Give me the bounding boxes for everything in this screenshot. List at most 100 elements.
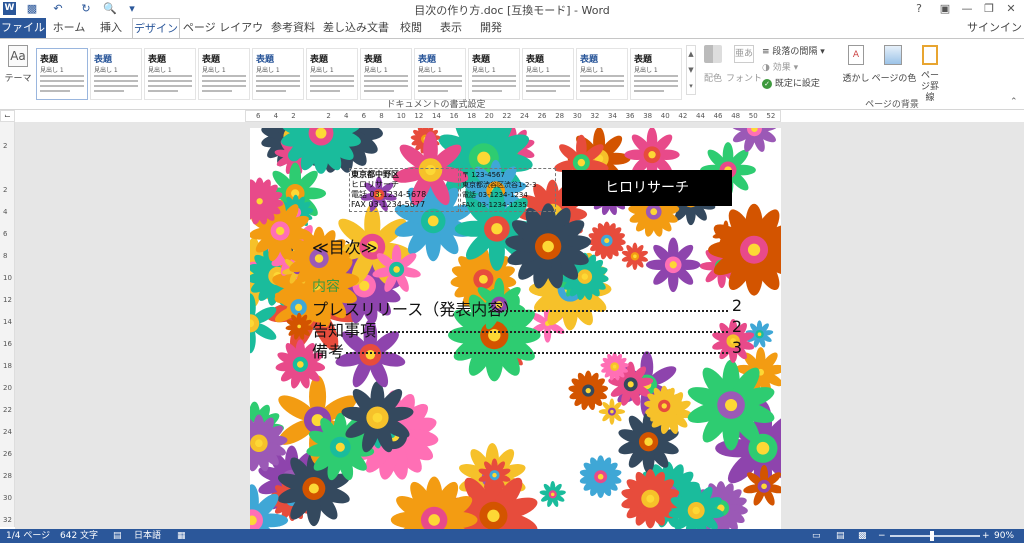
zoom-in-icon[interactable]: + <box>982 529 990 543</box>
word-window: W ▩ ↶ ↻ 🔍 ▾ 目次の作り方.doc [互換モード] - Word ? … <box>0 0 1024 543</box>
style-set-title: 表題 <box>418 55 437 65</box>
ruler-tick-label: 22 <box>502 112 512 120</box>
style-set-text-line <box>256 75 300 77</box>
page-count[interactable]: 1/4 ページ <box>6 529 50 543</box>
ruler-tick-label: 32 <box>590 112 600 120</box>
address-right-line2: 電話 03-1234-1234 <box>462 191 528 199</box>
tab-mailings[interactable]: 差し込み文書 <box>322 18 390 38</box>
style-set-text-line <box>94 90 124 92</box>
flower <box>621 242 648 270</box>
ruler-tick-label: 18 <box>467 112 477 120</box>
watermark-button[interactable]: A 透かし <box>842 43 870 93</box>
style-gallery: 表題 見出し 1 表題 見出し 1 表題 見出し 1 表題 見出し 1 表題 見出し 1 表題 見出し… <box>36 43 686 100</box>
signin-link[interactable]: サインイン <box>967 18 1022 38</box>
macro-icon[interactable]: ▦ <box>177 529 186 543</box>
theme-icon: Aa <box>8 45 28 67</box>
ruler-corner[interactable]: ⌙ <box>0 110 15 122</box>
toc-leader-1 <box>490 310 728 312</box>
help-icon[interactable]: ? <box>908 0 930 18</box>
tab-insert[interactable]: 挿入 <box>92 18 130 38</box>
proofing-icon[interactable]: ▤ <box>113 529 122 543</box>
page-color-button[interactable]: ページの色 <box>872 43 916 93</box>
style-set-11[interactable]: 表題 見出し 1 <box>576 48 628 100</box>
flower <box>539 481 566 507</box>
style-set-7[interactable]: 表題 見出し 1 <box>360 48 412 100</box>
company-name-box[interactable]: ヒロリサーチ <box>562 170 732 206</box>
style-set-10[interactable]: 表題 見出し 1 <box>522 48 574 100</box>
style-set-12[interactable]: 表題 見出し 1 <box>630 48 682 100</box>
toc-entry-2[interactable]: 告知事項 2 <box>312 317 742 340</box>
ruler-tick-label: 22 <box>3 406 12 414</box>
zoom-level[interactable]: 90% <box>994 529 1014 543</box>
fonts-button[interactable]: 亜あ フォント <box>726 43 762 93</box>
page-borders-icon <box>922 45 938 65</box>
tab-home[interactable]: ホーム <box>50 18 88 38</box>
minimize-icon[interactable]: — <box>956 0 978 18</box>
style-set-title: 表題 <box>472 55 491 65</box>
web-layout-icon[interactable]: ▩ <box>858 529 867 543</box>
tab-view[interactable]: 表示 <box>432 18 470 38</box>
zoom-slider[interactable] <box>890 531 980 541</box>
style-set-text-line <box>202 80 246 82</box>
set-default-label: 既定に設定 <box>774 79 820 89</box>
style-set-2[interactable]: 表題 見出し 1 <box>90 48 142 100</box>
title-bar: W ▩ ↶ ↻ 🔍 ▾ 目次の作り方.doc [互換モード] - Word ? … <box>0 0 1024 18</box>
address-left-line1: ヒロリサーチ <box>351 180 399 189</box>
style-set-4[interactable]: 表題 見出し 1 <box>198 48 250 100</box>
style-set-text-line <box>364 75 408 77</box>
collapse-ribbon-icon[interactable]: ⌃ <box>1010 97 1018 107</box>
page-borders-button[interactable]: ページ罫線 <box>918 43 942 103</box>
style-set-subtitle: 見出し 1 <box>418 67 442 74</box>
style-set-text-line <box>40 75 84 77</box>
tab-review[interactable]: 校閲 <box>392 18 430 38</box>
style-set-text-line <box>418 85 462 87</box>
style-set-9[interactable]: 表題見出し 1 <box>468 48 520 100</box>
zoom-thumb[interactable] <box>930 531 934 541</box>
ribbon-display-icon[interactable]: ▣ <box>934 0 956 18</box>
colors-button[interactable]: 配色 <box>700 43 726 93</box>
horizontal-ruler[interactable]: 6 4 2 2 4 6 8 10 12 14 16 18 20 22 24 26 28 30 32 34 36 38 40 4… <box>245 110 781 122</box>
toc-entry-3[interactable]: 備考 3 <box>312 338 742 361</box>
close-icon[interactable]: ✕ <box>1000 0 1022 18</box>
style-set-subtitle: 見出し 1 <box>94 67 118 74</box>
document-page[interactable]: 東京都中野区 ヒロリサーチ 電話 03-1234-5678 FAX 03-123… <box>250 128 781 529</box>
style-set-3[interactable]: 表題 見出し 1 <box>144 48 196 100</box>
tab-developer[interactable]: 開発 <box>472 18 510 38</box>
ruler-tick-label: 4 <box>273 112 279 120</box>
flower <box>568 370 609 411</box>
toc-entry-1[interactable]: プレスリリース（発表内容） 2 <box>312 296 742 319</box>
ribbon-tabs: ファイル ホーム 挿入 デザイン ページ レイアウト 参考資料 差し込み文書 校… <box>0 18 1024 54</box>
print-layout-icon[interactable]: ▤ <box>836 529 845 543</box>
style-set-1[interactable]: 表題 見出し 1 <box>36 48 88 100</box>
read-mode-icon[interactable]: ▭ <box>812 529 821 543</box>
effects-icon: ◑ <box>762 63 770 73</box>
ruler-tick-label: 24 <box>520 112 529 120</box>
toc-leader-3 <box>346 352 728 354</box>
paragraph-spacing-label: 段落の間隔 <box>772 47 818 57</box>
effects-button[interactable]: ◑ 効果 ▾ <box>762 60 822 74</box>
ruler-tick-label: 30 <box>3 494 12 502</box>
vertical-ruler[interactable]: 2 2 4 6 8 10 12 14 16 18 20 22 24 26 28 30 32 <box>0 122 15 527</box>
tab-references[interactable]: 参考資料 <box>266 18 320 38</box>
style-set-8[interactable]: 表題見出し 1 <box>414 48 466 100</box>
style-set-5[interactable]: 表題 見出し 1 <box>252 48 304 100</box>
gallery-scroll[interactable]: ▲ ▼ ▾ <box>686 45 696 95</box>
ruler-tick-label: 6 <box>256 112 261 120</box>
zoom-out-icon[interactable]: − <box>878 529 886 543</box>
paragraph-spacing-button[interactable]: ≡ 段落の間隔 ▾ <box>762 44 842 58</box>
ruler-tick-label: 8 <box>3 252 8 260</box>
ruler-tick-label: 14 <box>3 318 12 326</box>
word-count[interactable]: 642 文字 <box>60 529 98 543</box>
theme-button[interactable]: Aa テーマ <box>4 43 32 91</box>
ruler-tick-label: 18 <box>3 362 12 370</box>
style-set-subtitle: 見出し 1 <box>472 67 496 74</box>
language[interactable]: 日本語 <box>134 529 161 543</box>
ruler-tick-label: 2 <box>3 142 8 150</box>
set-default-button[interactable]: ✓ 既定に設定 <box>762 76 832 90</box>
tab-file[interactable]: ファイル <box>0 18 46 38</box>
style-set-6[interactable]: 表題 見出し 1 <box>306 48 358 100</box>
flower <box>598 398 626 425</box>
restore-icon[interactable]: ❐ <box>978 0 1000 18</box>
tab-design[interactable]: デザイン <box>132 18 180 39</box>
tab-page-layout[interactable]: ページ レイアウト <box>182 18 264 54</box>
